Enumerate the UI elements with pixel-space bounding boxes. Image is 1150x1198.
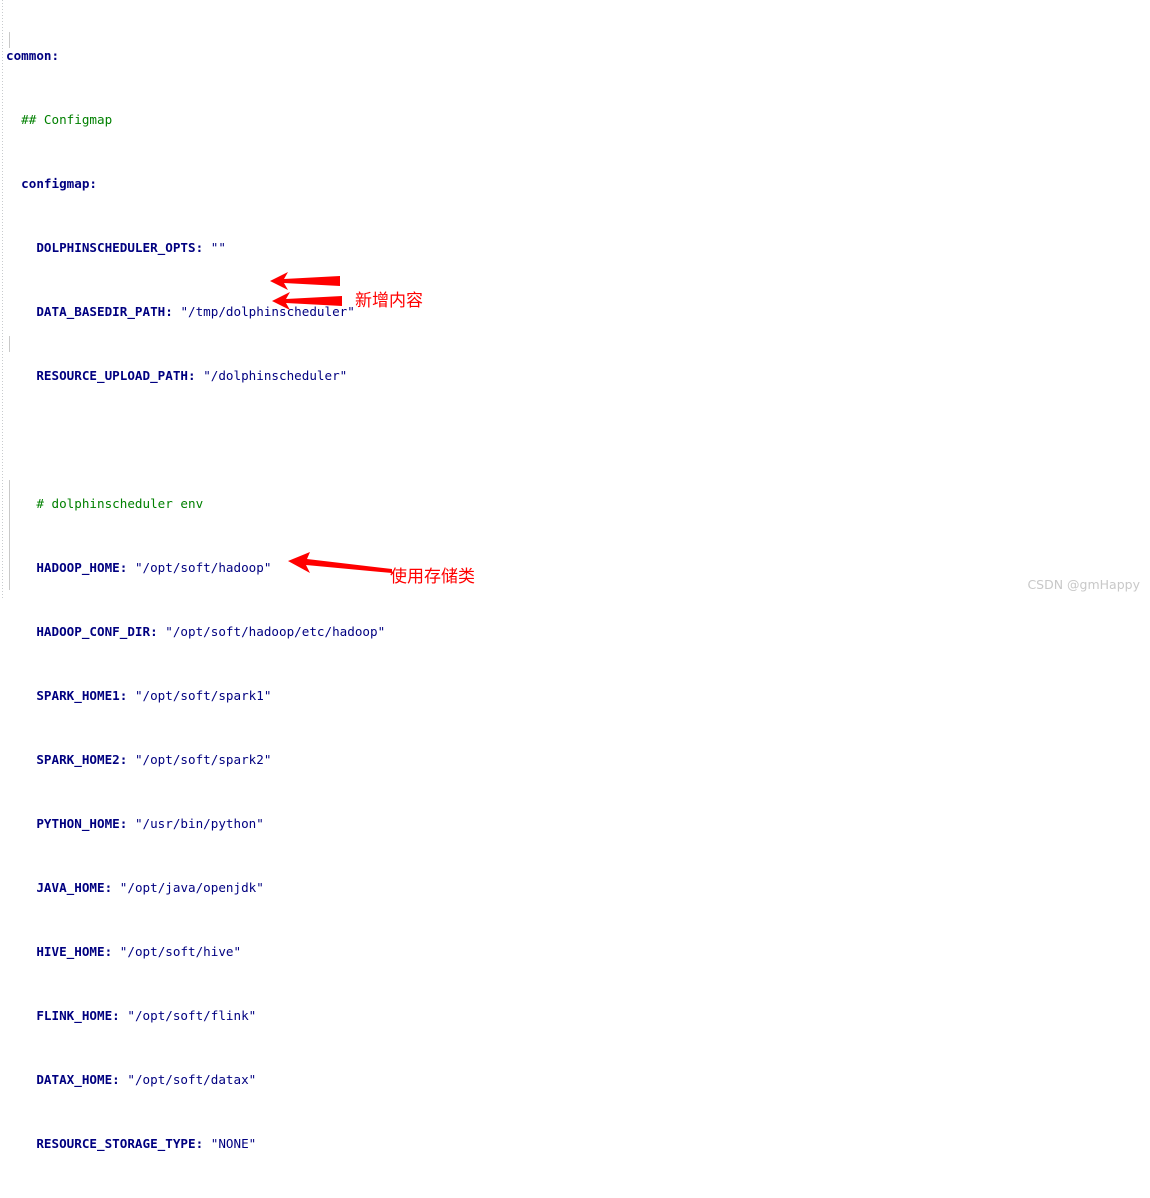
colon: : [112, 1008, 120, 1023]
code-line-18-resource-storage-type[interactable]: RESOURCE_STORAGE_TYPE: "NONE" [0, 1136, 1014, 1152]
yaml-value: "/opt/soft/spark2" [134, 752, 272, 767]
code-line-17[interactable]: DATAX_HOME: "/opt/soft/datax" [0, 1072, 1014, 1088]
yaml-key: SPARK_HOME1 [36, 688, 120, 703]
yaml-value: "/usr/bin/python" [134, 816, 264, 831]
yaml-key: JAVA_HOME [36, 880, 105, 895]
code-line-5[interactable]: DATA_BASEDIR_PATH: "/tmp/dolphinschedule… [0, 304, 1014, 320]
annotation-arrow-storage-class [288, 552, 392, 573]
code-line-13[interactable]: PYTHON_HOME: "/usr/bin/python" [0, 816, 1014, 832]
yaml-key: SPARK_HOME2 [36, 752, 120, 767]
code-line-16[interactable]: FLINK_HOME: "/opt/soft/flink" [0, 1008, 1014, 1024]
code-line-14[interactable]: JAVA_HOME: "/opt/java/openjdk" [0, 880, 1014, 896]
colon: : [150, 624, 158, 639]
colon: : [89, 176, 98, 191]
code-line-6[interactable]: RESOURCE_UPLOAD_PATH: "/dolphinscheduler… [0, 368, 1014, 384]
yaml-comment: ## Configmap [21, 112, 113, 127]
code-line-11[interactable]: SPARK_HOME1: "/opt/soft/spark1" [0, 688, 1014, 704]
yaml-value: "/opt/java/openjdk" [119, 880, 264, 895]
watermark: CSDN @gmHappy [1027, 577, 1140, 592]
code-line-3[interactable]: configmap: [0, 176, 1014, 192]
colon: : [165, 304, 173, 319]
colon: : [104, 944, 113, 959]
code-line-12[interactable]: SPARK_HOME2: "/opt/soft/spark2" [0, 752, 1014, 768]
yaml-value: "/opt/soft/datax" [127, 1072, 257, 1087]
yaml-key: HADOOP_HOME [36, 560, 120, 575]
colon: : [51, 48, 60, 63]
yaml-key: RESOURCE_UPLOAD_PATH [36, 368, 188, 383]
colon: : [195, 240, 204, 255]
code-content[interactable]: common: ## Configmap configmap: DOLPHINS… [0, 0, 1014, 1198]
yaml-key: DOLPHINSCHEDULER_OPTS [36, 240, 196, 255]
annotation-label-use-storage-class: 使用存储类 [390, 567, 475, 587]
yaml-key: configmap [21, 176, 90, 191]
yaml-comment: # dolphinscheduler env [36, 496, 204, 511]
code-editor[interactable]: common: ## Configmap configmap: DOLPHINS… [0, 0, 1150, 1151]
code-line-2[interactable]: ## Configmap [0, 112, 1014, 128]
colon: : [119, 752, 128, 767]
code-line-1[interactable]: common: [0, 48, 1014, 64]
yaml-value: "" [210, 240, 226, 255]
yaml-key: FLINK_HOME [36, 1008, 113, 1023]
yaml-key: HADOOP_CONF_DIR [36, 624, 151, 639]
annotation-arrow-lower [272, 292, 342, 310]
code-line-15[interactable]: HIVE_HOME: "/opt/soft/hive" [0, 944, 1014, 960]
annotation-arrow-upper [270, 272, 340, 290]
code-line-4[interactable]: DOLPHINSCHEDULER_OPTS: "" [0, 240, 1014, 256]
code-line-10[interactable]: HADOOP_CONF_DIR: "/opt/soft/hadoop/etc/h… [0, 624, 1014, 640]
yaml-value: "NONE" [210, 1136, 257, 1151]
yaml-value: "/opt/soft/flink" [127, 1008, 257, 1023]
yaml-value: "/opt/soft/spark1" [134, 688, 272, 703]
annotation-label-new-content: 新增内容 [355, 291, 423, 311]
colon: : [119, 688, 128, 703]
colon: : [188, 368, 196, 383]
yaml-key: DATAX_HOME [36, 1072, 113, 1087]
colon: : [104, 880, 113, 895]
yaml-key: HIVE_HOME [36, 944, 105, 959]
colon: : [195, 1136, 204, 1151]
yaml-key: common [6, 48, 52, 63]
yaml-value: "/dolphinscheduler" [203, 368, 348, 383]
yaml-key: PYTHON_HOME [36, 816, 120, 831]
colon: : [112, 1072, 120, 1087]
yaml-key: RESOURCE_STORAGE_TYPE [36, 1136, 196, 1151]
colon: : [119, 816, 128, 831]
yaml-value: "/opt/soft/hadoop" [134, 560, 272, 575]
yaml-value: "/opt/soft/hive" [119, 944, 242, 959]
code-line-8[interactable]: # dolphinscheduler env [0, 496, 1014, 512]
yaml-value: "/opt/soft/hadoop/etc/hadoop" [165, 624, 386, 639]
colon: : [119, 560, 128, 575]
code-line-9[interactable]: HADOOP_HOME: "/opt/soft/hadoop" [0, 560, 1014, 576]
yaml-key: DATA_BASEDIR_PATH [36, 304, 166, 319]
code-line-7-blank[interactable] [0, 432, 1014, 448]
